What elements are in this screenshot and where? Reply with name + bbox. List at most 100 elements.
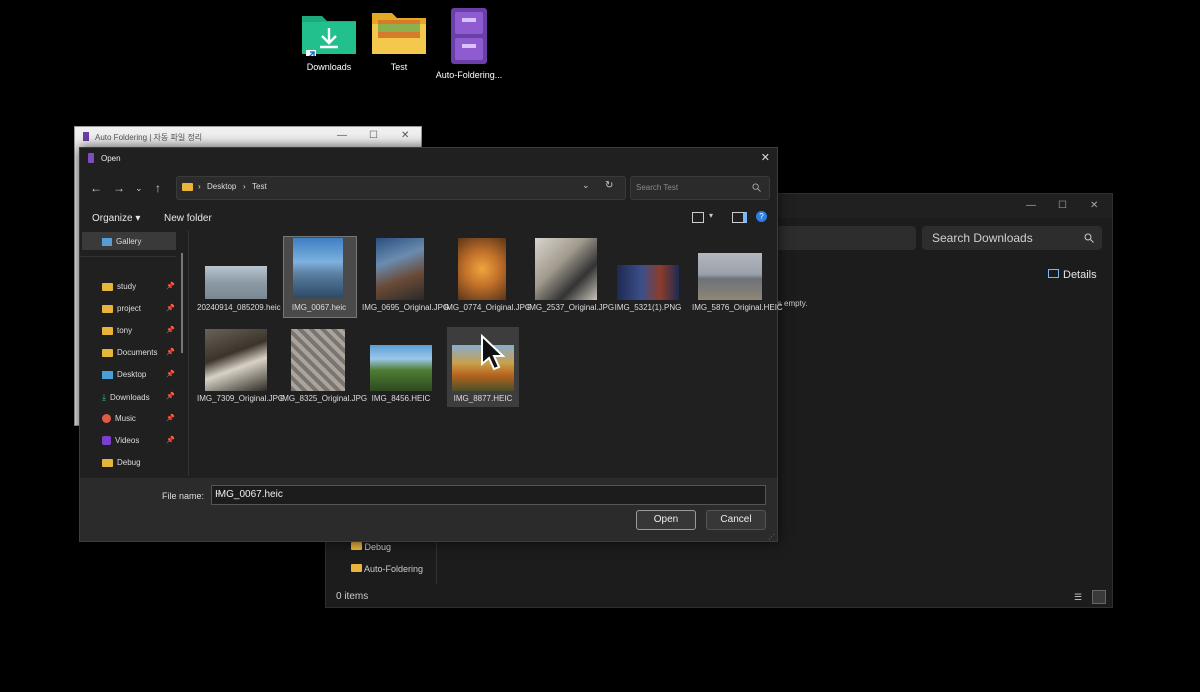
file-item[interactable]: IMG_2537_Original.JPG (527, 236, 615, 326)
back-arrow-icon[interactable]: ← (90, 181, 102, 195)
folder-icon (102, 282, 113, 291)
file-item[interactable]: IMG_7309_Original.JPG (197, 327, 285, 417)
sidebar-item-tony[interactable]: tony (102, 326, 132, 335)
pin-icon: 📌 (166, 305, 175, 312)
sidebar-item-gallery[interactable]: Gallery (102, 237, 141, 246)
breadcrumb-separator: › (243, 182, 246, 191)
sidebar-item-debug[interactable]: Debug (351, 542, 391, 552)
thumbnail-image (291, 329, 345, 391)
close-icon[interactable]: ✕ (401, 130, 409, 141)
thumbnail-image (698, 253, 762, 300)
sidebar-item-downloads[interactable]: ⤓ Downloads (102, 392, 150, 403)
file-item[interactable]: IMG_8325_Original.JPG (280, 327, 368, 417)
pin-icon: 📌 (166, 437, 175, 444)
folder-icon (102, 458, 113, 467)
desktop-icon-label: Auto-Foldering... (435, 70, 503, 80)
chevron-down-icon[interactable]: ▾ (709, 211, 713, 220)
sidebar-item-videos[interactable]: Videos (102, 436, 139, 445)
file-name: IMG_8325_Original.JPG (280, 394, 368, 403)
minimize-icon[interactable]: — (337, 130, 347, 141)
thumbnail-image (535, 238, 597, 300)
file-name: IMG_8456.HEIC (371, 394, 431, 403)
close-icon[interactable]: ✕ (1090, 200, 1098, 211)
minimize-icon[interactable]: — (1026, 200, 1036, 211)
file-name: IMG_0067.heic (291, 303, 347, 312)
app-icon (88, 153, 94, 163)
file-name: IMG_7309_Original.JPG (197, 394, 285, 403)
window-title: Auto Foldering | 자동 파일 정리 (95, 133, 203, 142)
file-name: IMG_0695_Original.JPG (362, 303, 450, 312)
file-item[interactable]: 20240914_085209.heic (197, 236, 281, 326)
open-button[interactable]: Open (636, 510, 696, 530)
music-icon (102, 414, 111, 423)
desktop-icon-downloads[interactable]: Downloads (289, 10, 369, 72)
breadcrumb-test[interactable]: Test (252, 182, 267, 191)
view-options-icon[interactable] (692, 212, 704, 223)
new-folder-button[interactable]: New folder (164, 213, 212, 224)
close-icon[interactable]: ✕ (761, 151, 770, 164)
list-view-icon[interactable]: ☰ (1074, 592, 1082, 603)
maximize-icon[interactable]: ☐ (1058, 200, 1067, 211)
sidebar-item-music[interactable]: Music (102, 414, 136, 423)
forward-arrow-icon[interactable]: → (113, 181, 125, 195)
cancel-button[interactable]: Cancel (706, 510, 766, 530)
file-item[interactable]: IMG_5876_Original.HEIC (692, 236, 783, 326)
vertical-divider (188, 230, 189, 476)
help-icon[interactable]: ? (756, 211, 767, 222)
explorer-search-input[interactable]: Search Downloads (922, 226, 1102, 250)
chevron-down-icon[interactable]: ⌄ (135, 183, 143, 194)
sidebar-scrollbar[interactable] (181, 253, 183, 353)
folder-icon (372, 13, 426, 54)
desktop-icon (102, 370, 113, 379)
open-file-dialog: Open ✕ ← → ⌄ ↑ › Desktop › Test ⌄ ↻ Sear… (79, 147, 783, 542)
details-pane-icon (1048, 269, 1059, 278)
dialog-title: Open (101, 154, 121, 163)
sidebar-item-desktop[interactable]: Desktop (102, 370, 146, 379)
thumbnail-image (376, 238, 424, 300)
sidebar-item-documents[interactable]: Documents (102, 348, 157, 357)
file-name: IMG_0774_Original.JPG (444, 303, 532, 312)
tile-view-icon[interactable] (1092, 590, 1106, 604)
refresh-icon[interactable]: ↻ (605, 180, 613, 191)
file-name: 20240914_085209.heic (197, 303, 281, 312)
sidebar-item-debug[interactable]: Debug (102, 458, 141, 467)
sidebar-item-auto-foldering[interactable]: Auto-Foldering (351, 564, 423, 574)
desktop-icon-auto-foldering[interactable]: Auto-Foldering... (429, 6, 509, 80)
thumbnail-image (458, 238, 506, 300)
desktop-icon-test[interactable]: Test (359, 10, 439, 72)
video-icon (102, 436, 111, 445)
chevron-down-icon[interactable]: ⌄ (215, 487, 761, 498)
pin-icon: 📌 (166, 415, 175, 422)
address-bar[interactable]: › Desktop › Test ⌄ ↻ (176, 176, 626, 200)
explorer-address-bar[interactable] (776, 226, 916, 250)
file-item[interactable]: IMG_5321(1).PNG (612, 236, 686, 326)
up-arrow-icon[interactable]: ↑ (155, 181, 161, 195)
file-item[interactable]: IMG_8456.HEIC (365, 327, 439, 417)
file-item[interactable]: IMG_0695_Original.JPG (362, 236, 450, 326)
app-icon (451, 8, 487, 64)
file-name-input[interactable]: IMG_0067.heic ⌄ (211, 485, 766, 505)
preview-pane-icon[interactable] (732, 212, 747, 223)
details-button[interactable]: Details (1048, 269, 1097, 281)
sidebar-item-project[interactable]: project (102, 304, 141, 313)
resize-grip-icon[interactable]: ⋰ (768, 533, 775, 541)
breadcrumb-separator: › (198, 182, 201, 191)
file-name: IMG_2537_Original.JPG (527, 303, 615, 312)
sidebar-item-study[interactable]: study (102, 282, 136, 291)
file-name: IMG_5321(1).PNG (614, 303, 682, 312)
sidebar-divider (80, 256, 176, 257)
file-name: IMG_8877.HEIC (453, 394, 513, 403)
chevron-down-icon[interactable]: ⌄ (582, 180, 590, 191)
folder-icon (102, 326, 113, 335)
status-item-count: 0 items (336, 591, 369, 602)
maximize-icon[interactable]: ☐ (369, 130, 378, 141)
search-input[interactable]: Search Test (630, 176, 770, 200)
desktop-icon-label: Downloads (306, 62, 352, 72)
folder-icon (351, 542, 362, 550)
file-item[interactable]: IMG_0774_Original.JPG (444, 236, 532, 326)
download-arrow-icon: ⤓ (102, 392, 106, 402)
organize-button[interactable]: Organize ▾ (92, 213, 140, 224)
pin-icon: 📌 (166, 283, 175, 290)
file-item[interactable]: IMG_0067.heic (283, 236, 357, 326)
breadcrumb-desktop[interactable]: Desktop (207, 182, 236, 191)
